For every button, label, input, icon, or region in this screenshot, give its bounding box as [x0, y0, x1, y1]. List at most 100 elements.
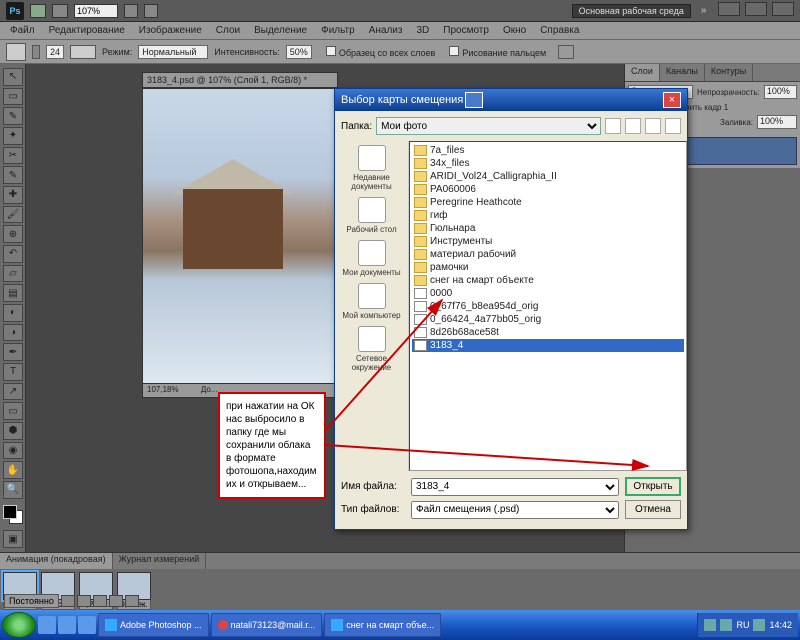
zoom-tool-icon[interactable]: 🔍 — [3, 481, 23, 499]
first-frame-icon[interactable] — [61, 595, 75, 607]
menu-3D[interactable]: 3D — [410, 24, 435, 37]
menu-Выделение[interactable]: Выделение — [248, 24, 313, 37]
dodge-tool-icon[interactable]: ◑ — [3, 324, 23, 342]
file-item[interactable]: Инструменты — [412, 235, 684, 248]
panel-tab[interactable]: Слои — [625, 64, 660, 81]
menu-Файл[interactable]: Файл — [4, 24, 41, 37]
fill-field[interactable]: 100% — [757, 115, 797, 129]
dialog-close-icon[interactable]: × — [663, 92, 681, 108]
3d-tool-icon[interactable]: ⬢ — [3, 422, 23, 440]
tablet-icon[interactable] — [558, 45, 574, 59]
file-item[interactable]: 0_67f76_b8ea954d_orig — [412, 300, 684, 313]
file-item[interactable]: 8d26b68ace58t — [412, 326, 684, 339]
lasso-tool-icon[interactable]: ✎ — [3, 107, 23, 125]
quickmask-icon[interactable]: ▣ — [3, 530, 23, 548]
blend-mode-select[interactable]: Нормальный — [138, 45, 208, 59]
chevron-right-icon[interactable]: » — [697, 5, 711, 16]
smudge-tool-icon[interactable] — [6, 43, 26, 61]
type-tool-icon[interactable]: T — [3, 363, 23, 381]
anim-tab[interactable]: Анимация (покадровая) — [0, 553, 113, 569]
blur-tool-icon[interactable]: ◐ — [3, 304, 23, 322]
file-item[interactable]: рамочки — [412, 261, 684, 274]
gradient-tool-icon[interactable]: ▤ — [3, 284, 23, 302]
file-item[interactable]: снег на смарт объекте — [412, 274, 684, 287]
file-item[interactable]: PA060006 — [412, 183, 684, 196]
sidebar-place[interactable]: Недавние документы — [342, 145, 402, 191]
tray-icon[interactable] — [720, 619, 732, 631]
healing-tool-icon[interactable]: ✚ — [3, 186, 23, 204]
crop-tool-icon[interactable]: ✂ — [3, 147, 23, 165]
eraser-tool-icon[interactable]: ▱ — [3, 265, 23, 283]
sample-all-checkbox[interactable] — [326, 46, 336, 56]
status-zoom[interactable]: 107,18% — [147, 385, 179, 394]
shape-tool-icon[interactable]: ▭ — [3, 402, 23, 420]
maximize-icon[interactable] — [745, 2, 767, 16]
opacity-field[interactable]: 100% — [764, 85, 797, 99]
camera-tool-icon[interactable]: ◉ — [3, 442, 23, 460]
new-folder-icon[interactable] — [645, 118, 661, 134]
menu-Изображение[interactable]: Изображение — [133, 24, 208, 37]
file-item[interactable]: Гюльнара — [412, 222, 684, 235]
open-button[interactable]: Открыть — [625, 477, 681, 496]
document-canvas[interactable] — [142, 88, 338, 384]
file-item[interactable]: материал рабочий — [412, 248, 684, 261]
bridge-icon[interactable] — [30, 4, 46, 18]
document-title[interactable]: 3183_4.psd @ 107% (Слой 1, RGB/8) * — [142, 72, 338, 88]
file-item[interactable]: 7a_files — [412, 144, 684, 157]
menu-Просмотр[interactable]: Просмотр — [437, 24, 495, 37]
panel-tab[interactable]: Каналы — [660, 64, 705, 81]
play-icon[interactable] — [93, 595, 107, 607]
move-tool-icon[interactable]: ↖ — [3, 68, 23, 86]
loop-select[interactable]: Постоянно — [4, 594, 59, 608]
wand-tool-icon[interactable]: ✦ — [3, 127, 23, 145]
sidebar-place[interactable]: Мой компьютер — [342, 283, 402, 320]
start-button[interactable] — [2, 612, 36, 638]
color-swatch[interactable] — [3, 505, 23, 525]
file-item[interactable]: 0_66424_4a77bb05_orig — [412, 313, 684, 326]
prev-frame-icon[interactable] — [77, 595, 91, 607]
file-item[interactable]: ARIDI_Vol24_Calligraphia_II — [412, 170, 684, 183]
minimize-icon[interactable] — [718, 2, 740, 16]
quick-launch-icon[interactable] — [78, 616, 96, 634]
menu-Редактирование[interactable]: Редактирование — [43, 24, 131, 37]
tray-icon[interactable] — [704, 619, 716, 631]
intensity-field[interactable]: 50% — [286, 45, 312, 59]
file-item[interactable]: 3183_4 — [412, 339, 684, 352]
marquee-tool-icon[interactable]: ▭ — [3, 88, 23, 106]
panel-tab[interactable]: Контуры — [705, 64, 753, 81]
menu-Фильтр[interactable]: Фильтр — [315, 24, 361, 37]
up-icon[interactable] — [625, 118, 641, 134]
language-indicator[interactable]: RU — [736, 620, 749, 630]
sidebar-place[interactable]: Мои документы — [342, 240, 402, 277]
views-icon[interactable] — [665, 118, 681, 134]
eyedropper-tool-icon[interactable]: ✎ — [3, 166, 23, 184]
back-icon[interactable] — [605, 118, 621, 134]
quick-launch-icon[interactable] — [58, 616, 76, 634]
stamp-tool-icon[interactable]: ⊕ — [3, 225, 23, 243]
file-item[interactable]: 34x_files — [412, 157, 684, 170]
menu-Окно[interactable]: Окно — [497, 24, 532, 37]
menu-Справка[interactable]: Справка — [534, 24, 585, 37]
hand-tool-icon[interactable]: ✋ — [3, 461, 23, 479]
menu-Анализ[interactable]: Анализ — [363, 24, 409, 37]
last-frame-icon[interactable] — [125, 595, 139, 607]
sidebar-place[interactable]: Рабочий стол — [342, 197, 402, 234]
brush-size-field[interactable]: 24 — [46, 45, 64, 59]
pen-tool-icon[interactable]: ✒ — [3, 343, 23, 361]
anim-tab[interactable]: Журнал измерений — [113, 553, 207, 569]
path-tool-icon[interactable]: ↗ — [3, 383, 23, 401]
zoom-input[interactable] — [74, 4, 118, 18]
next-frame-icon[interactable] — [109, 595, 123, 607]
clock[interactable]: 14:42 — [769, 620, 792, 630]
tray-icon[interactable] — [753, 619, 765, 631]
history-brush-icon[interactable]: ↶ — [3, 245, 23, 263]
filetype-select[interactable]: Файл смещения (.psd) — [411, 501, 619, 519]
workspace-button[interactable]: Основная рабочая среда — [572, 4, 691, 18]
folder-select[interactable]: Мои фото — [376, 117, 601, 135]
file-item[interactable]: 0000 — [412, 287, 684, 300]
dialog-help-icon[interactable] — [465, 92, 483, 108]
close-icon[interactable] — [772, 2, 794, 16]
taskbar-item[interactable]: Adobe Photoshop ... — [98, 613, 209, 637]
taskbar-item[interactable]: снег на смарт объе... — [324, 613, 441, 637]
hand-icon[interactable] — [124, 4, 138, 18]
